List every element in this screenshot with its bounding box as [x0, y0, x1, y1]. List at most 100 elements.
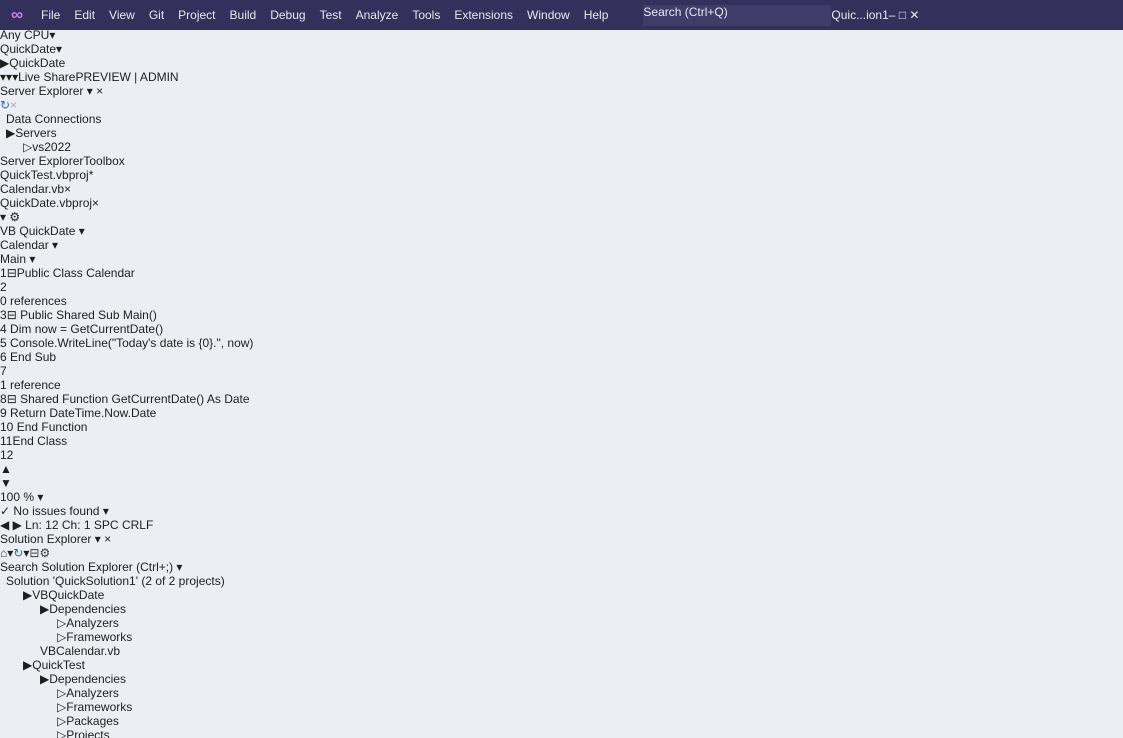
- outline-collapse-icon[interactable]: ⊟: [7, 266, 17, 280]
- tree-item-calendar-vb[interactable]: VBCalendar.vb: [0, 644, 1123, 658]
- expand-arrow-icon[interactable]: ▷: [57, 616, 66, 630]
- quick-search-box[interactable]: Search (Ctrl+Q): [643, 5, 831, 26]
- scroll-down-icon[interactable]: ▼: [0, 476, 12, 490]
- platform-dropdown[interactable]: Any CPU▾: [0, 28, 110, 42]
- scroll-left-icon[interactable]: ◀: [0, 518, 9, 532]
- menu-view[interactable]: View: [102, 0, 142, 30]
- preview-admin-badge[interactable]: PREVIEW | ADMIN: [75, 70, 178, 84]
- tree-item-data-connections[interactable]: Data Connections: [0, 112, 1123, 126]
- code-line-3[interactable]: 3⊟ Public Shared Sub Main(): [0, 308, 1123, 322]
- expand-arrow-icon[interactable]: ▷: [57, 714, 66, 728]
- collapse-arrow-icon[interactable]: ▶: [23, 588, 32, 602]
- refresh-icon[interactable]: ↻: [13, 546, 23, 560]
- code-line-2[interactable]: 2: [0, 280, 1123, 294]
- codelens-indicator[interactable]: 0 references: [0, 294, 1123, 308]
- code-line-9[interactable]: 9 Return DateTime.Now.Date: [0, 406, 1123, 420]
- maximize-button[interactable]: □: [899, 8, 906, 22]
- spaces-indicator[interactable]: SPC: [94, 518, 119, 532]
- tree-item-frameworks[interactable]: ▷Frameworks: [0, 700, 1123, 714]
- expand-arrow-icon[interactable]: ▷: [23, 140, 32, 154]
- code-line-10[interactable]: 10 End Function: [0, 420, 1123, 434]
- code-line-8[interactable]: 8⊟ Shared Function GetCurrentDate() As D…: [0, 392, 1123, 406]
- outline-collapse-icon[interactable]: ⊟: [7, 308, 17, 322]
- expand-arrow-icon[interactable]: ▷: [57, 700, 66, 714]
- tree-item-frameworks[interactable]: ▷Frameworks: [0, 630, 1123, 644]
- close-button[interactable]: ✕: [909, 8, 919, 22]
- code-line-1[interactable]: 1⊟Public Class Calendar: [0, 266, 1123, 280]
- code-editor[interactable]: 1⊟Public Class Calendar20 references3⊟ P…: [0, 266, 1123, 490]
- menu-debug[interactable]: Debug: [263, 0, 312, 30]
- collapse-arrow-icon[interactable]: ▶: [23, 658, 32, 672]
- tree-item-dependencies[interactable]: ▶Dependencies: [0, 602, 1123, 616]
- type-dropdown[interactable]: Calendar ▾: [0, 238, 1123, 252]
- code-line-7[interactable]: 7: [0, 364, 1123, 378]
- tabwell-options-gear-icon[interactable]: ⚙: [9, 210, 20, 224]
- menu-project[interactable]: Project: [171, 0, 222, 30]
- code-line-4[interactable]: 4 Dim now = GetCurrentDate(): [0, 322, 1123, 336]
- menu-edit[interactable]: Edit: [67, 0, 102, 30]
- scroll-right-icon[interactable]: ▶: [13, 518, 22, 532]
- window-menu-icon[interactable]: ▾: [87, 84, 93, 98]
- close-icon[interactable]: ×: [64, 182, 71, 196]
- code-line-6[interactable]: 6 End Sub: [0, 350, 1123, 364]
- document-tab-quickdate-vbproj[interactable]: QuickDate.vbproj×: [0, 196, 1123, 210]
- expand-arrow-icon[interactable]: ▷: [57, 686, 66, 700]
- tree-item-packages[interactable]: ▷Packages: [0, 714, 1123, 728]
- menu-window[interactable]: Window: [520, 0, 577, 30]
- startup-project-dropdown[interactable]: QuickDate▾: [0, 42, 190, 56]
- code-cleanup-dropdown[interactable]: ▾: [103, 504, 109, 518]
- codelens-text[interactable]: 1 reference: [0, 378, 61, 392]
- code-line-5[interactable]: 5 Console.WriteLine("Today's date is {0}…: [0, 336, 1123, 350]
- tree-item-dependencies[interactable]: ▶Dependencies: [0, 672, 1123, 686]
- stop-refresh-icon[interactable]: ×: [10, 98, 17, 112]
- tree-item-quicktest[interactable]: ▶QuickTest: [0, 658, 1123, 672]
- solution-search-box[interactable]: Search Solution Explorer (Ctrl+;) ▾: [0, 560, 1123, 574]
- tree-item-analyzers[interactable]: ▷Analyzers: [0, 616, 1123, 630]
- collapse-arrow-icon[interactable]: ▶: [40, 672, 49, 686]
- tab-toolbox[interactable]: Toolbox: [83, 154, 124, 168]
- outline-collapse-icon[interactable]: ⊟: [7, 392, 17, 406]
- expand-arrow-icon[interactable]: ▷: [57, 728, 66, 738]
- window-list-icon[interactable]: ▾: [0, 210, 6, 224]
- issues-status-text[interactable]: No issues found: [13, 504, 99, 518]
- scroll-up-icon[interactable]: ▲: [0, 462, 12, 476]
- codelens-text[interactable]: 0 references: [0, 294, 67, 308]
- start-debugging-button[interactable]: ▶QuickDate: [0, 56, 1123, 70]
- member-dropdown[interactable]: Main ▾: [0, 252, 1123, 266]
- tree-item-vs2022[interactable]: ▷vs2022: [0, 140, 1123, 154]
- editor-vertical-scrollbar[interactable]: ▲ ▼: [0, 462, 1123, 490]
- zoom-dropdown[interactable]: 100 % ▾: [0, 490, 1123, 504]
- close-icon[interactable]: ×: [92, 196, 99, 210]
- tree-item-projects[interactable]: ▷Projects: [0, 728, 1123, 738]
- codelens-indicator[interactable]: 1 reference: [0, 378, 1123, 392]
- menu-git[interactable]: Git: [142, 0, 171, 30]
- code-line-11[interactable]: 11End Class: [0, 434, 1123, 448]
- document-tab-quicktest-vbproj[interactable]: QuickTest.vbproj*: [0, 168, 1123, 182]
- collapse-arrow-icon[interactable]: ▶: [6, 126, 15, 140]
- collapse-arrow-icon[interactable]: ▶: [40, 602, 49, 616]
- menu-test[interactable]: Test: [313, 0, 349, 30]
- live-share-label[interactable]: Live Share: [18, 70, 75, 84]
- menu-help[interactable]: Help: [577, 0, 616, 30]
- window-menu-icon[interactable]: ▾: [95, 532, 101, 546]
- line-ending-indicator[interactable]: CRLF: [122, 518, 153, 532]
- visual-studio-logo-icon[interactable]: ∞: [0, 0, 34, 30]
- minimize-button[interactable]: –: [889, 8, 896, 22]
- tree-item-analyzers[interactable]: ▷Analyzers: [0, 686, 1123, 700]
- tree-item-quickdate[interactable]: ▶VBQuickDate: [0, 588, 1123, 602]
- close-icon[interactable]: ×: [104, 532, 111, 546]
- document-tab-calendar-vb[interactable]: Calendar.vb×: [0, 182, 1123, 196]
- tree-item-servers[interactable]: ▶Servers: [0, 126, 1123, 140]
- tab-server-explorer[interactable]: Server Explorer: [0, 154, 83, 168]
- properties-icon[interactable]: ⚙: [39, 546, 50, 560]
- tree-item-solution-quicksolution1-2-of-2-projects[interactable]: Solution 'QuickSolution1' (2 of 2 projec…: [0, 574, 1123, 588]
- menu-extensions[interactable]: Extensions: [447, 0, 520, 30]
- project-dropdown[interactable]: VB QuickDate ▾: [0, 224, 1123, 238]
- menu-tools[interactable]: Tools: [405, 0, 447, 30]
- code-line-12[interactable]: 12: [0, 448, 1123, 462]
- refresh-icon[interactable]: ↻: [0, 98, 10, 112]
- menu-analyze[interactable]: Analyze: [349, 0, 406, 30]
- collapse-all-icon[interactable]: ⊟: [29, 546, 39, 560]
- close-icon[interactable]: ×: [96, 84, 103, 98]
- expand-arrow-icon[interactable]: ▷: [57, 630, 66, 644]
